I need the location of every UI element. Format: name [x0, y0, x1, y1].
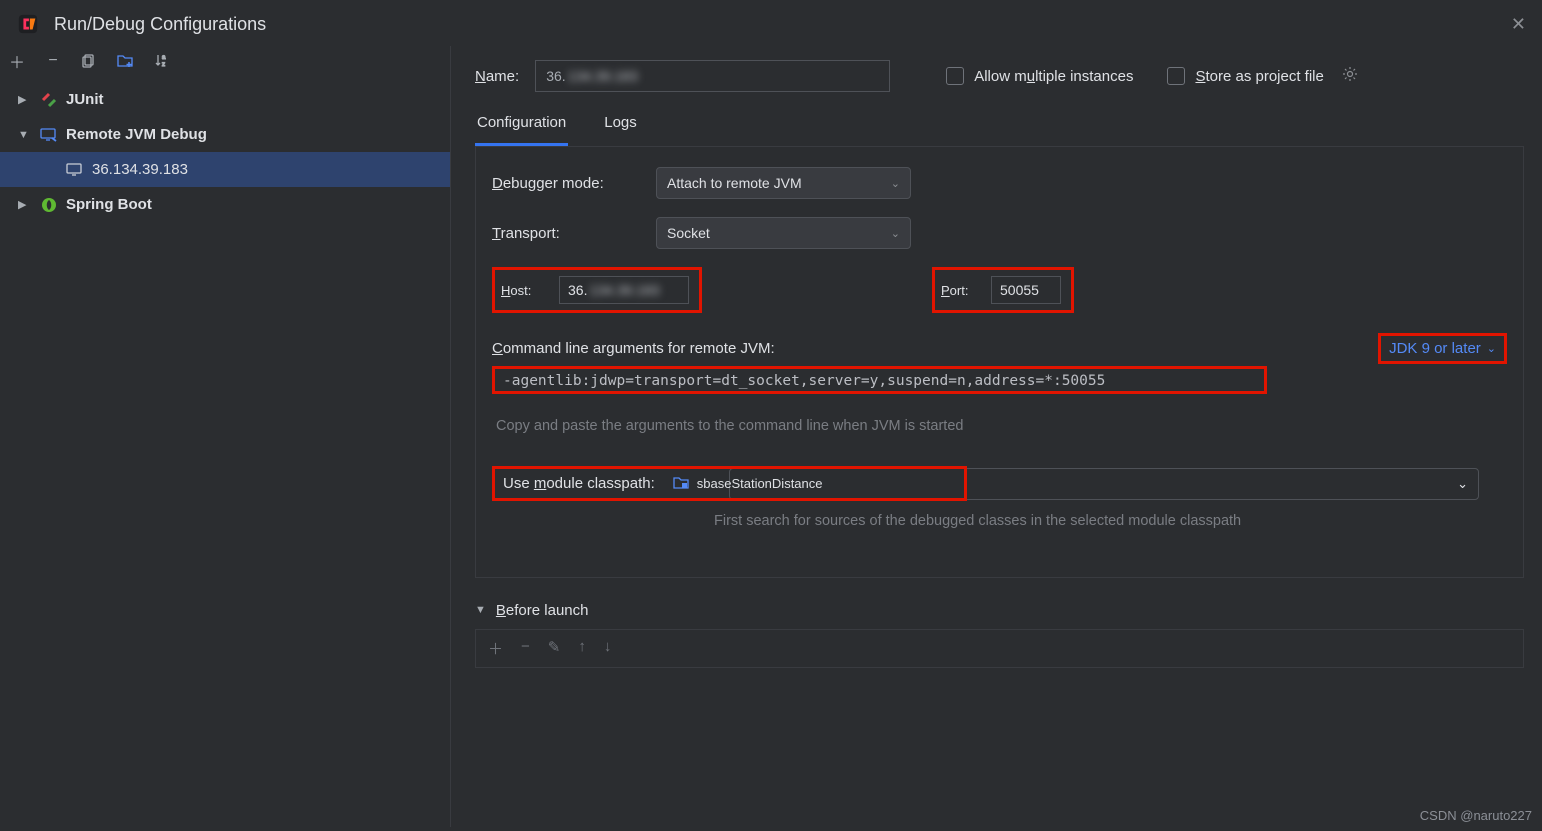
- jdk-version-select[interactable]: JDK 9 or later⌄: [1378, 333, 1507, 364]
- module-label: Use module classpath:: [503, 475, 655, 492]
- transport-select[interactable]: Socket⌄: [656, 217, 911, 249]
- host-input[interactable]: 36.134.39.183: [559, 276, 689, 304]
- tree-item-junit[interactable]: ▶ JUnit: [0, 82, 450, 117]
- chevron-down-icon: ⌄: [1457, 476, 1468, 492]
- store-project-checkbox[interactable]: [1167, 67, 1185, 85]
- add-icon[interactable]: ＋: [8, 52, 26, 70]
- host-label: Host:: [501, 283, 559, 298]
- allow-multiple-label: Allow multiple instances: [974, 68, 1133, 85]
- tree-item-remote-child[interactable]: 36.134.39.183: [0, 152, 450, 187]
- name-label: Name:: [475, 68, 519, 85]
- allow-multiple-checkbox[interactable]: [946, 67, 964, 85]
- edit-icon[interactable]: ✎: [548, 638, 561, 659]
- remove-icon[interactable]: −: [521, 638, 530, 659]
- remote-debug-icon: [38, 126, 60, 144]
- port-input[interactable]: 50055: [991, 276, 1061, 304]
- svg-text:a: a: [162, 55, 166, 61]
- chevron-down-icon: ⌄: [891, 227, 900, 240]
- name-input[interactable]: 36.134.39.183: [535, 60, 890, 92]
- tab-logs[interactable]: Logs: [602, 114, 639, 146]
- port-label: Port:: [941, 283, 991, 298]
- debugger-mode-select[interactable]: Attach to remote JVM⌄: [656, 167, 911, 199]
- window-title: Run/Debug Configurations: [54, 14, 266, 35]
- module-highlight: Use module classpath: sbaseStationDistan…: [492, 466, 967, 501]
- folder-add-icon[interactable]: [116, 52, 134, 70]
- module-hint: First search for sources of the debugged…: [714, 511, 1254, 533]
- store-project-label: Store as project file: [1195, 68, 1323, 85]
- debugger-mode-label: Debugger mode:: [492, 175, 656, 192]
- tab-configuration[interactable]: Configuration: [475, 114, 568, 146]
- add-icon[interactable]: ＋: [488, 638, 503, 659]
- chevron-down-icon: ▼: [18, 129, 36, 141]
- chevron-right-icon: ▶: [18, 198, 36, 211]
- port-highlight: Port: 50055: [932, 267, 1074, 313]
- chevron-down-icon[interactable]: ▼: [475, 604, 486, 616]
- chevron-down-icon: ⌄: [1487, 342, 1496, 355]
- down-icon[interactable]: ↓: [604, 638, 612, 659]
- chevron-down-icon: ⌄: [891, 177, 900, 190]
- copy-hint: Copy and paste the arguments to the comm…: [492, 418, 1507, 434]
- module-icon: [673, 475, 689, 492]
- sidebar: ＋ − az ▶ JUnit ▼ Remote JVM Debug 36.134…: [0, 46, 451, 827]
- up-icon[interactable]: ↑: [578, 638, 586, 659]
- remote-debug-icon: [64, 161, 86, 179]
- tree-item-spring-boot[interactable]: ▶ Spring Boot: [0, 187, 450, 222]
- tree-label: JUnit: [66, 91, 104, 108]
- tree-label: 36.134.39.183: [92, 161, 188, 178]
- cmdline-label: Command line arguments for remote JVM:: [492, 340, 775, 357]
- before-launch-label: Before launch: [496, 602, 589, 619]
- copy-icon[interactable]: [80, 52, 98, 70]
- chevron-right-icon: ▶: [18, 93, 36, 106]
- module-value: sbaseStationDistance: [697, 476, 823, 491]
- gear-icon[interactable]: [1342, 66, 1358, 86]
- remove-icon[interactable]: −: [44, 52, 62, 70]
- cmdline-arguments[interactable]: -agentlib:jdwp=transport=dt_socket,serve…: [492, 366, 1267, 394]
- close-icon[interactable]: ✕: [1511, 14, 1526, 35]
- sort-icon[interactable]: az: [152, 52, 170, 70]
- tree-label: Remote JVM Debug: [66, 126, 207, 143]
- tree-label: Spring Boot: [66, 196, 152, 213]
- junit-icon: [38, 91, 60, 109]
- tree-item-remote-jvm[interactable]: ▼ Remote JVM Debug: [0, 117, 450, 152]
- watermark: CSDN @naruto227: [1420, 808, 1532, 823]
- svg-text:z: z: [162, 62, 165, 68]
- spring-icon: [38, 196, 60, 214]
- intellij-icon: [16, 12, 40, 36]
- transport-label: Transport:: [492, 225, 656, 242]
- host-highlight: Host: 36.134.39.183: [492, 267, 702, 313]
